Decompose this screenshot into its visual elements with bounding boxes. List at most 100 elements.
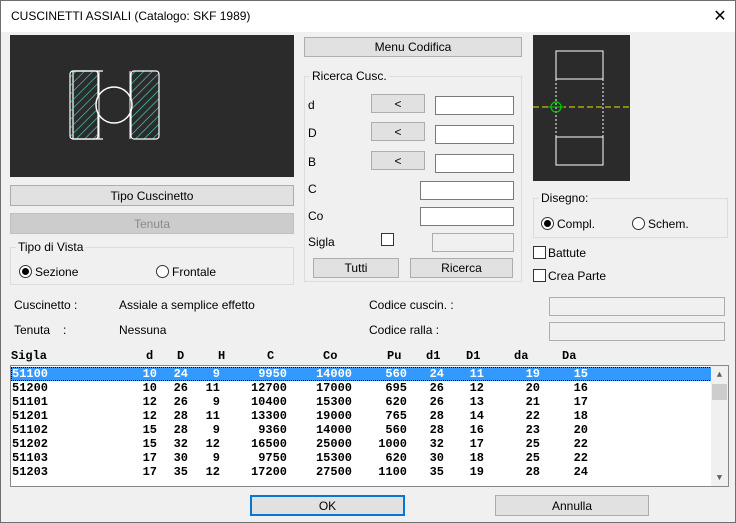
battute-checkbox[interactable] bbox=[533, 246, 546, 259]
cell-sigla: 51200 bbox=[12, 381, 49, 395]
cell-Da: 20 bbox=[573, 423, 588, 437]
d-input[interactable] bbox=[435, 96, 514, 115]
sigla-input bbox=[432, 233, 514, 252]
cuscinetto-value: Assiale a semplice effetto bbox=[119, 298, 255, 312]
tutti-button[interactable]: Tutti bbox=[313, 258, 399, 278]
cell-da: 25 bbox=[525, 451, 540, 465]
cell-Co: 17000 bbox=[315, 381, 352, 395]
table-row[interactable]: 51103 17 30 9 9750 15300 620 30 18 25 22 bbox=[11, 451, 712, 465]
tipo-cuscinetto-button[interactable]: Tipo Cuscinetto bbox=[10, 185, 294, 206]
bearing-section-drawing bbox=[69, 70, 160, 140]
cell-Pu: 560 bbox=[385, 423, 407, 437]
table-row[interactable]: 51102 15 28 9 9360 14000 560 28 16 23 20 bbox=[11, 423, 712, 437]
cell-d: 15 bbox=[142, 437, 157, 451]
cell-d1: 26 bbox=[429, 395, 444, 409]
cell-Da: 24 bbox=[573, 465, 588, 479]
field-Co-label: Co bbox=[308, 209, 324, 223]
cell-d: 12 bbox=[142, 395, 157, 409]
cell-d: 15 bbox=[142, 423, 157, 437]
cell-C: 10400 bbox=[250, 395, 287, 409]
field-d-label: d bbox=[308, 98, 315, 112]
cell-sigla: 51202 bbox=[12, 437, 49, 451]
D-input[interactable] bbox=[435, 125, 514, 144]
B-input[interactable] bbox=[435, 154, 514, 173]
cell-Pu: 1000 bbox=[378, 437, 407, 451]
tenuta-label: Tenuta bbox=[14, 323, 51, 337]
crea-parte-label[interactable]: Crea Parte bbox=[548, 269, 606, 283]
cell-Da: 22 bbox=[573, 451, 588, 465]
radio-sezione-label[interactable]: Sezione bbox=[35, 265, 78, 279]
cell-d1: 24 bbox=[429, 367, 444, 381]
cell-da: 20 bbox=[525, 381, 540, 395]
radio-compl[interactable] bbox=[541, 217, 554, 230]
scroll-thumb[interactable] bbox=[712, 384, 727, 400]
scheme-drawing bbox=[533, 50, 630, 166]
close-icon[interactable]: ✕ bbox=[705, 3, 735, 29]
codice-cuscin-label: Codice cuscin. : bbox=[369, 298, 454, 312]
table-row[interactable]: 51203 17 35 12 17200 27500 1100 35 19 28 24 bbox=[11, 465, 712, 479]
sigla-checkbox[interactable] bbox=[381, 233, 394, 246]
table-row[interactable]: 51202 15 32 12 16500 25000 1000 32 17 25 22 bbox=[11, 437, 712, 451]
cell-sigla: 51101 bbox=[12, 395, 49, 409]
cell-d1: 28 bbox=[429, 423, 444, 437]
D-lt-button[interactable]: < bbox=[371, 122, 425, 141]
table-row[interactable]: 51101 12 26 9 10400 15300 620 26 13 21 17 bbox=[11, 395, 712, 409]
d-lt-button[interactable]: < bbox=[371, 94, 425, 113]
radio-sezione[interactable] bbox=[19, 265, 32, 278]
tipo-vista-label: Tipo di Vista bbox=[16, 240, 86, 254]
col-header-d1: d1 bbox=[426, 349, 441, 363]
cell-Co: 15300 bbox=[315, 395, 352, 409]
cell-H: 11 bbox=[205, 409, 220, 423]
cell-sigla: 51102 bbox=[12, 423, 49, 437]
cell-D: 32 bbox=[173, 437, 188, 451]
cell-H: 9 bbox=[212, 367, 220, 381]
col-header-D: D bbox=[177, 349, 185, 363]
title-bar: CUSCINETTI ASSIALI (Catalogo: SKF 1989) … bbox=[1, 1, 735, 32]
field-B-label: B bbox=[308, 155, 317, 169]
radio-frontale[interactable] bbox=[156, 265, 169, 278]
cuscinetto-label: Cuscinetto : bbox=[14, 298, 78, 312]
annulla-button[interactable]: Annulla bbox=[495, 495, 649, 516]
scroll-up-icon[interactable]: ▲ bbox=[711, 366, 728, 383]
codice-ralla-label: Codice ralla : bbox=[369, 323, 440, 337]
cell-Co: 27500 bbox=[315, 465, 352, 479]
cell-sigla: 51201 bbox=[12, 409, 49, 423]
battute-label[interactable]: Battute bbox=[548, 246, 586, 260]
radio-compl-label[interactable]: Compl. bbox=[557, 217, 595, 231]
table-row[interactable]: 51201 12 28 11 13300 19000 765 28 14 22 18 bbox=[11, 409, 712, 423]
crea-parte-checkbox[interactable] bbox=[533, 269, 546, 282]
cell-C: 9750 bbox=[258, 451, 287, 465]
cell-C: 9360 bbox=[258, 423, 287, 437]
cell-H: 12 bbox=[205, 437, 220, 451]
cell-D1: 17 bbox=[469, 437, 484, 451]
Co-input[interactable] bbox=[420, 207, 514, 226]
radio-schem[interactable] bbox=[632, 217, 645, 230]
cell-D1: 16 bbox=[469, 423, 484, 437]
cell-Da: 22 bbox=[573, 437, 588, 451]
C-input[interactable] bbox=[420, 181, 514, 200]
cell-d1: 28 bbox=[429, 409, 444, 423]
cell-d: 17 bbox=[142, 465, 157, 479]
cell-D: 24 bbox=[173, 367, 188, 381]
table-row[interactable]: 51100 10 24 9 9950 14000 560 24 11 19 15 bbox=[11, 367, 712, 381]
cell-D1: 19 bbox=[469, 465, 484, 479]
scroll-down-icon[interactable]: ▼ bbox=[711, 469, 728, 486]
ok-button[interactable]: OK bbox=[250, 495, 405, 516]
menu-codifica-button[interactable]: Menu Codifica bbox=[304, 37, 522, 57]
vertical-scrollbar[interactable]: ▲ ▼ bbox=[711, 366, 728, 486]
col-header-Pu: Pu bbox=[387, 349, 402, 363]
radio-frontale-label[interactable]: Frontale bbox=[172, 265, 216, 279]
ricerca-button[interactable]: Ricerca bbox=[410, 258, 513, 278]
cell-C: 16500 bbox=[250, 437, 287, 451]
bearing-list[interactable]: 51100 10 24 9 9950 14000 560 24 11 19 15 51200 10 26 1… bbox=[10, 365, 729, 487]
tenuta-button: Tenuta bbox=[10, 213, 294, 234]
B-lt-button[interactable]: < bbox=[371, 151, 425, 170]
cell-D1: 14 bbox=[469, 409, 484, 423]
disegno-label: Disegno: bbox=[539, 191, 591, 205]
cell-d1: 32 bbox=[429, 437, 444, 451]
cell-Da: 15 bbox=[573, 367, 588, 381]
col-header-H: H bbox=[218, 349, 226, 363]
radio-schem-label[interactable]: Schem. bbox=[648, 217, 689, 231]
ricerca-group-label: Ricerca Cusc. bbox=[310, 69, 389, 83]
table-row[interactable]: 51200 10 26 11 12700 17000 695 26 12 20 16 bbox=[11, 381, 712, 395]
